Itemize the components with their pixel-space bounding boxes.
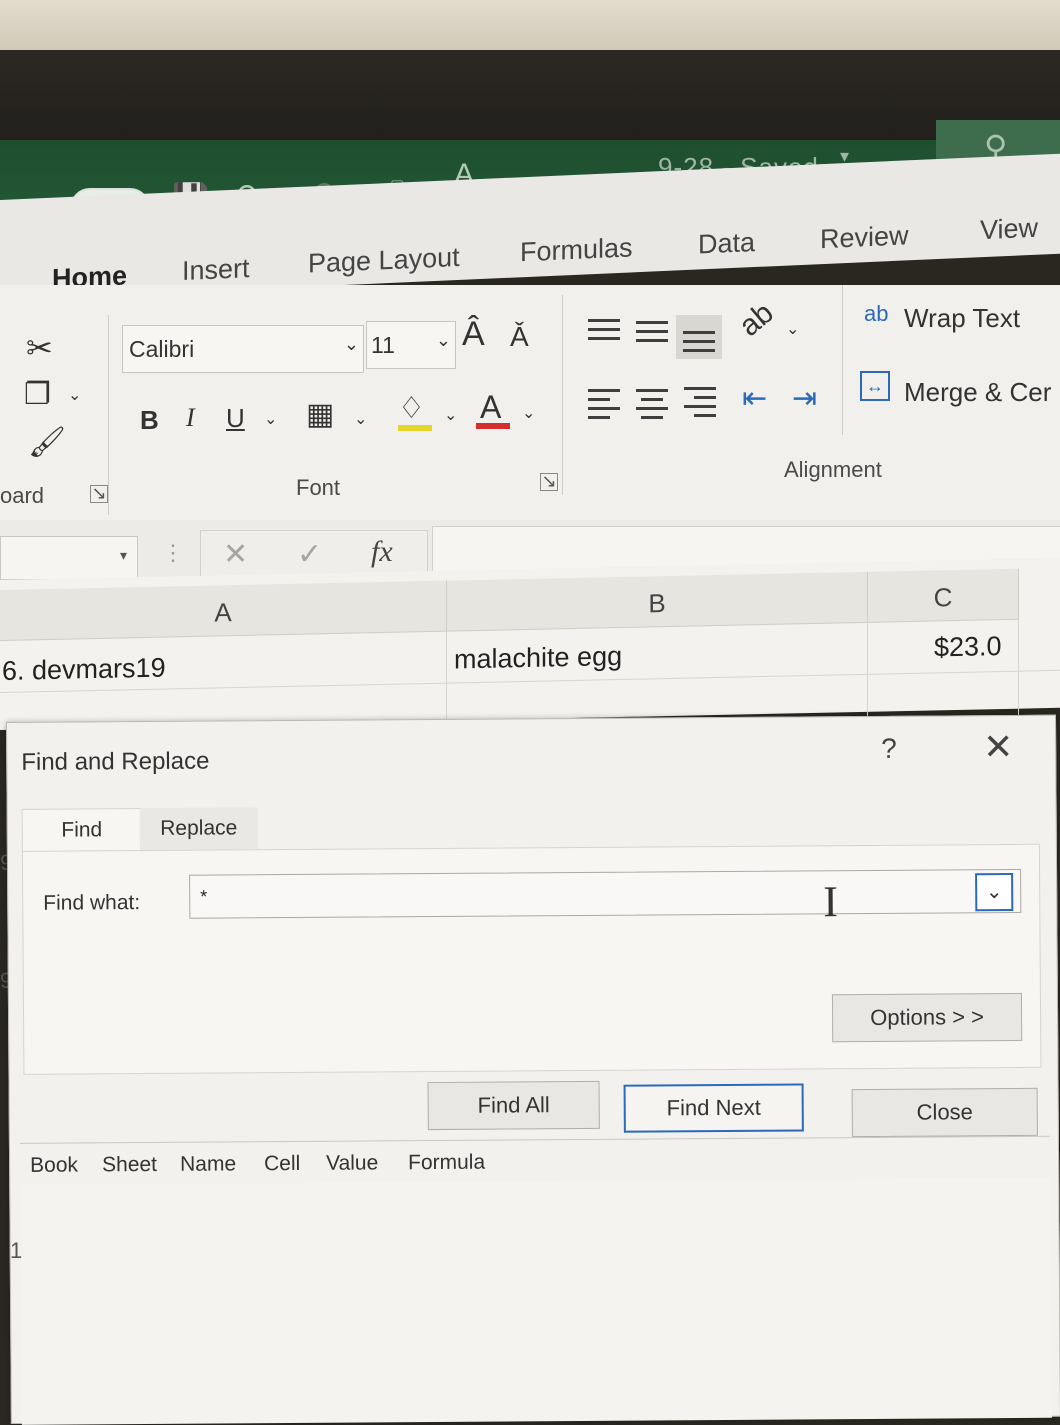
align-left-icon[interactable] [588,389,620,419]
results-col-cell[interactable]: Cell [264,1152,300,1176]
row-number: 1 [10,1238,23,1263]
results-col-sheet[interactable]: Sheet [102,1153,157,1177]
format-painter-icon[interactable]: 🖌 [28,425,66,460]
font-group-label: Font [296,475,341,500]
close-button[interactable]: Close [851,1087,1038,1138]
orientation-dropdown-icon[interactable]: ⌄ [786,319,799,339]
align-top-icon[interactable] [588,319,620,343]
find-replace-dialog: Find and Replace ? ✕ Find Replace Find w… [6,714,1060,1425]
merge-center-icon[interactable]: ↔ [860,371,890,401]
options-button[interactable]: Options > > [831,992,1023,1043]
tab-review[interactable]: Review [820,220,909,255]
cut-icon[interactable]: ✂ [26,329,53,367]
font-name-box[interactable]: Calibri ⌄ [122,325,364,373]
increase-indent-icon[interactable]: ⇥ [792,381,817,416]
results-col-name[interactable]: Name [180,1152,236,1176]
insert-function-icon[interactable]: fx [371,535,393,569]
copy-icon[interactable]: ❐ [24,377,51,412]
grid-line [867,621,868,722]
italic-button[interactable]: I [186,403,195,433]
results-list[interactable] [20,1177,1052,1425]
results-col-book[interactable]: Book [30,1154,78,1178]
font-name-dropdown-icon: ⌄ [343,334,359,354]
shrink-font-icon[interactable]: Ǎ [510,321,529,353]
underline-button[interactable]: U [226,403,245,434]
align-center-icon[interactable] [636,389,668,419]
wrap-text-button[interactable]: Wrap Text [904,303,1020,334]
column-header-a[interactable]: A [0,580,447,641]
group-separator [562,295,563,495]
grid-line [1018,618,1019,719]
clipboard-group-label: oard [0,483,45,508]
font-size-dropdown-icon: ⌄ [435,330,451,350]
copy-dropdown-icon[interactable]: ⌄ [68,385,81,405]
font-color-icon[interactable]: A [480,389,501,426]
enter-entry-icon[interactable]: ✓ [297,537,322,572]
font-size-box[interactable]: 11 ⌄ [366,321,456,369]
find-what-dropdown-button[interactable]: ⌄ [975,872,1014,912]
borders-icon[interactable]: ▦ [306,397,334,432]
merge-center-button[interactable]: Merge & Cer [904,377,1051,408]
clipboard-launcher-icon[interactable]: ↘ [90,484,108,503]
fill-color-dropdown-icon[interactable]: ⌄ [444,405,457,425]
find-what-label: Find what: [43,891,141,915]
formula-bar-grip-icon[interactable]: ⋮ [162,540,184,566]
font-size-value: 11 [371,332,395,358]
name-box-dropdown-icon: ▾ [119,547,127,563]
borders-dropdown-icon[interactable]: ⌄ [354,409,367,429]
results-header: Book Sheet Name Cell Value Formula [19,1135,1051,1184]
name-box[interactable]: ▾ [0,536,138,580]
ribbon-home: ✂ ❐ ⌄ 🖌 oard ↘ Calibri ⌄ 11 ⌄ Â Ǎ B I … [0,285,1060,526]
underline-dropdown-icon[interactable]: ⌄ [264,409,277,429]
dialog-title: Find and Replace [21,747,210,776]
fill-color-icon[interactable]: ♢ [398,391,425,426]
font-color-ribbon-bar [476,423,510,429]
cancel-entry-icon[interactable]: ✕ [223,537,248,572]
tab-view[interactable]: View [980,213,1038,247]
cell-c[interactable]: $23.0 [934,631,1002,663]
align-right-icon[interactable] [684,387,716,417]
tab-insert[interactable]: Insert [182,253,250,287]
group-separator [108,315,109,515]
results-col-value[interactable]: Value [326,1151,378,1175]
help-button[interactable]: ? [881,733,897,765]
group-separator [842,285,843,435]
close-icon[interactable]: ✕ [983,726,1013,768]
find-tab-panel: Find what: I ⌄ Options > > [21,843,1042,1075]
font-name-value: Calibri [129,336,195,362]
align-bottom-icon[interactable] [676,315,722,359]
cell-a[interactable]: 6. devmars19 [2,653,166,687]
tab-find[interactable]: Find [21,808,142,852]
grow-font-icon[interactable]: Â [462,315,485,354]
tab-page-layout[interactable]: Page Layout [308,242,460,280]
tab-replace[interactable]: Replace [139,807,258,851]
worksheet: A B C 6. devmars19 malachite egg $23.0 [0,557,1060,731]
find-what-input[interactable] [189,868,1022,919]
tab-formulas[interactable]: Formulas [520,232,633,268]
font-color-dropdown-icon[interactable]: ⌄ [522,403,535,423]
grid-line [446,630,447,731]
text-cursor-icon: I [823,877,839,927]
alignment-group-label: Alignment [784,457,882,482]
find-next-button[interactable]: Find Next [623,1083,804,1133]
column-header-c[interactable]: C [868,568,1019,623]
chevron-down-icon: ⌄ [985,881,1003,904]
decrease-indent-icon[interactable]: ⇤ [742,381,767,416]
results-col-formula[interactable]: Formula [408,1151,485,1176]
tab-data[interactable]: Data [698,227,755,260]
column-header-b[interactable]: B [447,571,868,632]
wrap-text-icon[interactable]: ab [864,301,888,327]
find-all-button[interactable]: Find All [427,1080,600,1131]
bold-button[interactable]: B [140,405,159,436]
cell-b[interactable]: malachite egg [454,641,622,676]
font-launcher-icon[interactable]: ↘ [540,472,558,491]
orientation-icon[interactable]: ab [733,296,780,343]
align-middle-icon[interactable] [636,321,668,345]
fill-color-bar [398,425,432,431]
